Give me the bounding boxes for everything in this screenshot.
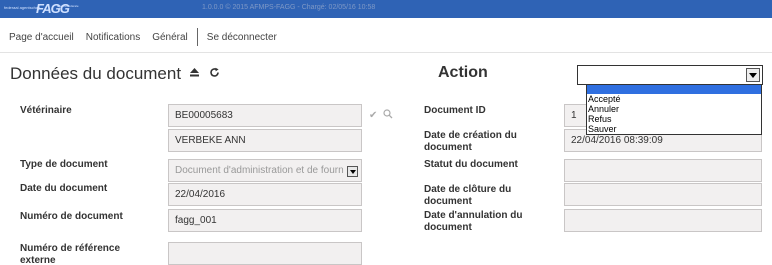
action-option-refus[interactable]: Refus <box>587 114 761 124</box>
action-option-sauver[interactable]: Sauver <box>587 124 761 134</box>
type-document-value: Document d'administration et de fourn <box>175 165 344 176</box>
dropdown-highlighted-option[interactable] <box>587 85 761 94</box>
section-title-text: Données du document <box>10 64 182 83</box>
statut-document-field <box>564 159 762 182</box>
header-divider <box>0 52 772 53</box>
type-document-select[interactable]: Document d'administration et de fourn <box>168 159 362 182</box>
top-bar: federaal agentschap FAGG agence fédérale… <box>0 0 772 18</box>
logo-subtext: agence fédérale <box>57 4 79 8</box>
chevron-down-icon[interactable] <box>347 166 358 177</box>
action-option-accepte[interactable]: Accepté <box>587 94 761 104</box>
type-document-label: Type de document <box>20 159 108 170</box>
reference-externe-label: Numéro de référence externe <box>20 243 121 265</box>
nav-logout[interactable]: Se déconnecter <box>201 32 283 43</box>
veterinaire-id-field[interactable]: BE00005683 <box>168 104 362 127</box>
nav-home[interactable]: Page d'accueil <box>0 32 80 43</box>
document-id-label: Document ID <box>424 105 486 116</box>
version-text: 1.0.0.0 © 2015 AFMPS-FAGG - Chargé: 02/0… <box>202 4 376 11</box>
main-nav: Page d'accueil Notifications Général Se … <box>0 24 772 50</box>
date-cloture-field <box>564 183 762 206</box>
refresh-icon[interactable] <box>207 67 221 81</box>
date-document-field[interactable]: 22/04/2016 <box>168 183 362 206</box>
eject-icon[interactable] <box>187 67 201 81</box>
statut-document-label: Statut du document <box>424 159 518 170</box>
fagg-logo: federaal agentschap FAGG agence fédérale <box>4 1 154 16</box>
nav-notifications[interactable]: Notifications <box>80 32 146 43</box>
action-select[interactable] <box>577 65 763 85</box>
action-dropdown[interactable]: Accepté Annuler Refus Sauver <box>586 84 762 135</box>
numero-document-label: Numéro de document <box>20 211 123 222</box>
date-annulation-field <box>564 209 762 232</box>
check-icon[interactable]: ✔ <box>369 110 377 121</box>
reference-externe-field[interactable] <box>168 242 362 265</box>
date-creation-label: Date de création du document <box>424 130 517 153</box>
search-icon[interactable] <box>383 109 393 122</box>
nav-general[interactable]: Général <box>146 32 194 43</box>
date-cloture-label: Date de clôture du document <box>424 184 512 207</box>
date-annulation-label: Date d'annulation du document <box>424 210 523 233</box>
document-section-title: Données du document <box>10 64 221 84</box>
veterinaire-name-field[interactable]: VERBEKE ANN <box>168 129 362 152</box>
chevron-down-icon[interactable] <box>746 68 760 82</box>
action-title: Action <box>438 64 488 81</box>
action-option-annuler[interactable]: Annuler <box>587 104 761 114</box>
numero-document-field[interactable]: fagg_001 <box>168 209 362 232</box>
logo-text: federaal agentschap <box>4 5 41 10</box>
veterinaire-label: Vétérinaire <box>20 105 72 116</box>
date-document-label: Date du document <box>20 183 108 194</box>
nav-separator <box>196 28 198 46</box>
